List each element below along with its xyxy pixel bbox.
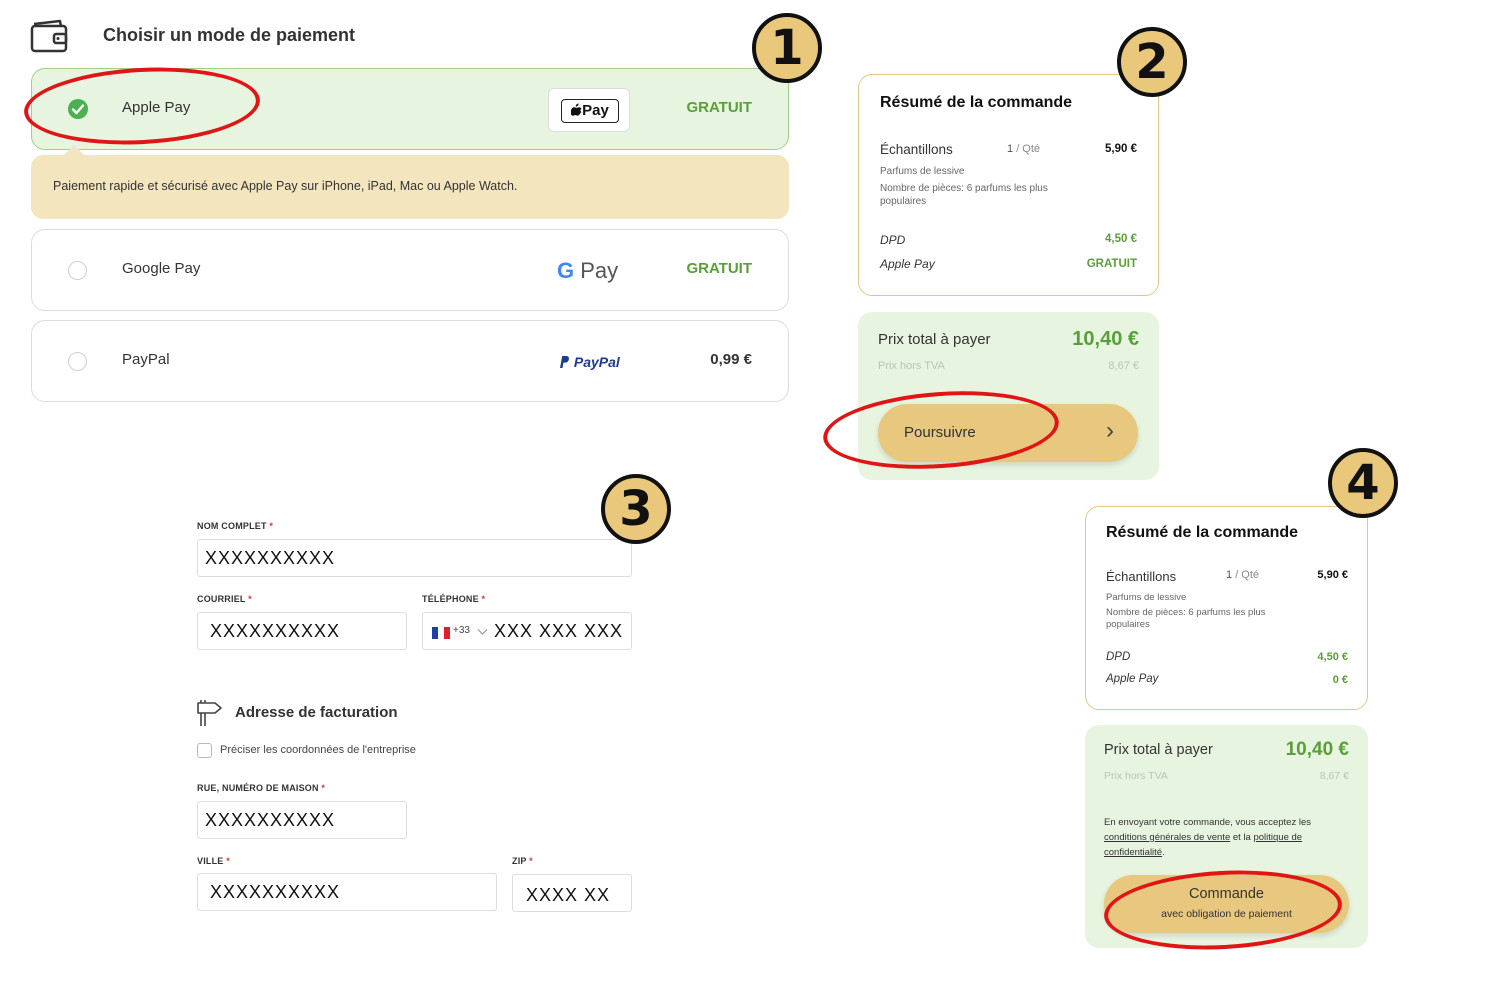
- summary-shipping-label: DPD: [1106, 651, 1131, 663]
- email-input[interactable]: XXXXXXXXXX: [197, 612, 407, 650]
- step-badge-2: 2: [1117, 27, 1187, 97]
- chevron-right-icon: ›: [1106, 417, 1114, 444]
- summary-qty-value: 1: [1226, 569, 1233, 581]
- google-pay-logo-text: Pay: [580, 258, 619, 283]
- step-badge-1: 1: [752, 13, 822, 83]
- terms-link[interactable]: conditions générales de vente: [1104, 832, 1230, 843]
- summary-item-price: 5,90 €: [1317, 569, 1348, 581]
- street-label-text: RUE, NUMÉRO DE MAISON: [197, 783, 319, 793]
- order-summary-2: Résumé de la commande Échantillons 1 / Q…: [1085, 506, 1368, 710]
- radio-google-pay[interactable]: [68, 261, 87, 280]
- payment-title: Choisir un mode de paiement: [103, 25, 356, 45]
- city-label: VILLE *: [197, 856, 230, 866]
- street-input[interactable]: XXXXXXXXXX: [197, 801, 407, 839]
- total-label: Prix total à payer: [1104, 742, 1213, 758]
- chevron-down-icon[interactable]: [477, 628, 488, 636]
- signpost-icon: [197, 700, 222, 726]
- paypal-logo: PayPal: [558, 354, 620, 370]
- required-mark: *: [248, 594, 252, 604]
- summary-sub-2: Nombre de pièces: 6 parfums les plus pop…: [1106, 607, 1266, 630]
- google-pay-logo: G Pay: [557, 258, 618, 284]
- street-label: RUE, NUMÉRO DE MAISON *: [197, 783, 325, 793]
- phone-value: XXX XXX XXX: [494, 621, 624, 641]
- summary-shipping-label: DPD: [880, 233, 906, 247]
- google-g-icon: G: [557, 258, 575, 283]
- paypal-label: PayPal: [122, 351, 170, 368]
- phone-input[interactable]: +33 XXX XXX XXX: [422, 612, 632, 650]
- summary-payment-price: GRATUIT: [1086, 258, 1137, 270]
- legal-text-end: .: [1162, 847, 1165, 858]
- summary-sub-2: Nombre de pièces: 6 parfums les plus pop…: [880, 183, 1048, 207]
- company-checkbox[interactable]: [197, 743, 212, 758]
- summary-sub-1: Parfums de lessive: [1106, 592, 1187, 603]
- legal-text: En envoyant votre commande, vous accepte…: [1104, 815, 1349, 860]
- summary-shipping-price: 4,50 €: [1105, 233, 1137, 245]
- ht-label: Prix hors TVA: [878, 360, 945, 372]
- apple-pay-info: Paiement rapide et sécurisé avec Apple P…: [31, 155, 789, 219]
- summary-qty-unit: / Qté: [1016, 143, 1041, 155]
- apple-pay-logo: Pay: [548, 88, 630, 132]
- summary-qty-value: 1: [1007, 143, 1014, 155]
- radio-paypal[interactable]: [68, 352, 87, 371]
- summary-item: Échantillons: [1106, 569, 1177, 584]
- ht-label: Prix hors TVA: [1104, 770, 1168, 782]
- apple-pay-logo-text: Pay: [582, 102, 609, 119]
- order-summary-1: Résumé de la commande Échantillons 1 / Q…: [858, 74, 1159, 296]
- summary-title: Résumé de la commande: [880, 94, 1073, 111]
- google-pay-label: Google Pay: [122, 260, 201, 277]
- summary-shipping-price: 4,50 €: [1317, 651, 1348, 663]
- legal-text-1: En envoyant votre commande, vous accepte…: [1104, 817, 1312, 828]
- summary-qty-unit: / Qté: [1235, 569, 1260, 581]
- summary-payment-label: Apple Pay: [880, 257, 935, 271]
- payment-option-google-pay[interactable]: Google Pay G Pay GRATUIT: [31, 229, 789, 311]
- required-mark: *: [226, 856, 230, 866]
- phone-prefix[interactable]: +33: [453, 625, 470, 636]
- phone-label: TÉLÉPHONE *: [422, 594, 485, 604]
- full-name-input[interactable]: XXXXXXXXXX: [197, 539, 632, 577]
- summary-payment-label: Apple Pay: [1106, 673, 1159, 685]
- total-label: Prix total à payer: [878, 331, 991, 348]
- zip-label-text: ZIP: [512, 856, 527, 866]
- city-label-text: VILLE: [197, 856, 224, 866]
- email-label: COURRIEL *: [197, 594, 252, 604]
- france-flag-icon: [432, 627, 450, 639]
- apple-icon: [570, 103, 583, 116]
- required-mark: *: [529, 856, 533, 866]
- phone-label-text: TÉLÉPHONE: [422, 594, 479, 604]
- ht-value: 8,67 €: [1319, 770, 1349, 782]
- summary-item: Échantillons: [880, 142, 953, 157]
- required-mark: *: [481, 594, 486, 604]
- total-value: 10,40 €: [1072, 328, 1139, 350]
- name-label-text: NOM COMPLET: [197, 521, 267, 531]
- summary-item-price: 5,90 €: [1105, 143, 1137, 155]
- summary-qty: 1 / Qté: [1226, 569, 1259, 581]
- summary-payment-price: 0 €: [1332, 674, 1348, 686]
- ht-value: 8,67 €: [1108, 360, 1139, 372]
- wallet-icon: [30, 19, 68, 53]
- total-value: 10,40 €: [1285, 739, 1349, 760]
- google-pay-price: GRATUIT: [686, 260, 752, 277]
- paypal-price: 0,99 €: [710, 351, 752, 368]
- city-input[interactable]: XXXXXXXXXX: [197, 873, 497, 911]
- step-badge-4: 4: [1328, 448, 1398, 518]
- zip-input[interactable]: XXXX XX: [512, 874, 632, 912]
- paypal-logo-text: PayPal: [573, 354, 620, 370]
- apple-pay-price: GRATUIT: [686, 99, 752, 116]
- company-checkbox-label[interactable]: Préciser les coordonnées de l'entreprise: [220, 744, 416, 756]
- summary-qty: 1 / Qté: [1007, 143, 1040, 155]
- name-label: NOM COMPLET *: [197, 521, 273, 531]
- summary-sub-1: Parfums de lessive: [880, 166, 965, 177]
- billing-title: Adresse de facturation: [235, 704, 398, 721]
- required-mark: *: [269, 521, 274, 531]
- step-badge-3: 3: [601, 474, 671, 544]
- summary-title: Résumé de la commande: [1106, 524, 1299, 541]
- zip-label: ZIP *: [512, 856, 533, 866]
- legal-text-and: et la: [1232, 832, 1251, 843]
- required-mark: *: [321, 783, 326, 793]
- paypal-p-icon: [560, 356, 569, 368]
- email-label-text: COURRIEL: [197, 594, 246, 604]
- payment-option-paypal[interactable]: PayPal PayPal 0,99 €: [31, 320, 789, 402]
